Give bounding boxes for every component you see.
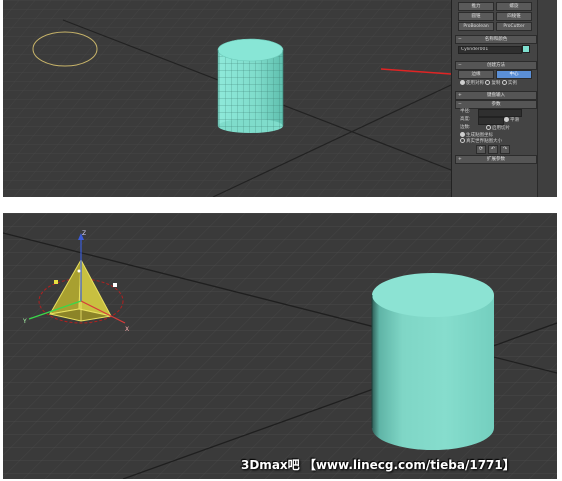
- rollout-creation-method[interactable]: − 创建方法: [455, 61, 537, 70]
- button-row2-b[interactable]: 四棱锥: [496, 12, 532, 21]
- checkbox-icon[interactable]: [460, 132, 465, 137]
- top-viewport-screenshot: 推力 螺旋 圆锥 四棱锥 ProBoolean ProCutter − 名称和颜色…: [3, 0, 557, 197]
- radius-label: 半径:: [460, 109, 471, 114]
- rollout-name-color[interactable]: − 名称和颜色: [455, 35, 537, 44]
- button-row1-a[interactable]: 推力: [458, 2, 494, 11]
- perspective-viewport-bottom[interactable]: Z X Y: [3, 213, 557, 479]
- radius-field[interactable]: [478, 109, 522, 117]
- gizmo-axis-label: X: [125, 326, 129, 333]
- bottom-viewport-screenshot: Z X Y 3Dmax吧 【www.linecg.com/tieba/1771】: [3, 213, 557, 479]
- real-world-option[interactable]: 真实世界贴图大小: [460, 138, 502, 145]
- checkbox-icon[interactable]: [486, 125, 491, 130]
- smooth-option[interactable]: 平滑: [504, 117, 519, 124]
- creation-center-button[interactable]: 中心: [496, 70, 532, 79]
- segments-label: 边数:: [460, 125, 471, 130]
- perspective-viewport-top[interactable]: [3, 0, 451, 197]
- object-name-field[interactable]: Cylinder001: [458, 46, 522, 54]
- rollout-keyboard-entry[interactable]: + 键盘输入: [455, 91, 537, 100]
- checkbox-icon[interactable]: [504, 117, 509, 122]
- command-panel: 推力 螺旋 圆锥 四棱锥 ProBoolean ProCutter − 名称和颜色…: [451, 0, 538, 197]
- rollout-parameters[interactable]: − 参数: [455, 100, 537, 109]
- gizmo-axis-label: Y: [22, 318, 27, 325]
- instance-options[interactable]: 使用对称 复制 实例: [460, 80, 517, 87]
- gizmo-handle-icon[interactable]: [77, 269, 81, 273]
- slice-option[interactable]: 启用切片: [486, 125, 510, 132]
- radio-icon[interactable]: [460, 80, 465, 85]
- radio-icon[interactable]: [501, 80, 507, 85]
- button-row1-b[interactable]: 螺旋: [496, 2, 532, 11]
- height-field[interactable]: [478, 117, 504, 125]
- panel-scrollbar[interactable]: [537, 0, 557, 197]
- gizmo-axis-label: Z: [82, 230, 86, 237]
- cylinder-object-wireframe[interactable]: [217, 38, 284, 133]
- gizmo-handle-icon[interactable]: [54, 280, 58, 284]
- cylinder-object[interactable]: [371, 273, 494, 450]
- gizmo-handle-icon[interactable]: [113, 283, 117, 287]
- object-color-swatch[interactable]: [522, 45, 530, 53]
- rollout-extended-parameters[interactable]: + 扩展参数: [455, 155, 537, 164]
- height-label: 高度:: [460, 117, 471, 122]
- radio-icon[interactable]: [485, 80, 491, 85]
- pin-stack-icon[interactable]: ⟳: [476, 145, 486, 154]
- undo-icon[interactable]: ↶: [488, 145, 498, 154]
- watermark-text: 3Dmax吧 【www.linecg.com/tieba/1771】: [241, 458, 515, 472]
- procutter-button[interactable]: ProCutter: [496, 22, 532, 31]
- creation-edge-button[interactable]: 边缘: [458, 70, 494, 79]
- redo-icon[interactable]: ↷: [500, 145, 510, 154]
- button-row2-a[interactable]: 圆锥: [458, 12, 494, 21]
- proboolean-button[interactable]: ProBoolean: [458, 22, 494, 31]
- checkbox-icon[interactable]: [460, 138, 465, 143]
